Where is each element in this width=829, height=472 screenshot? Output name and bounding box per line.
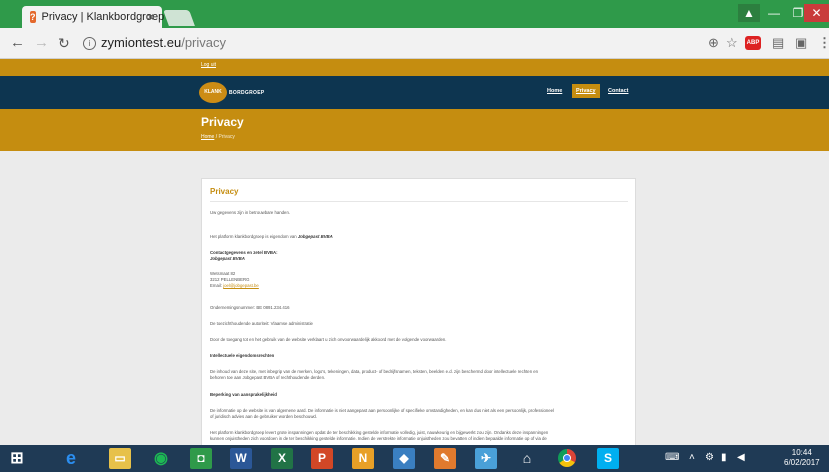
site-favicon-icon: ? xyxy=(30,11,36,23)
liability-heading: Beperking van aansprakelijkheid xyxy=(210,392,277,397)
extension-icon[interactable]: ▤ xyxy=(772,35,784,51)
owner-text: Het platform klankbordgroep is eigendom … xyxy=(210,234,333,240)
url-path: /privacy xyxy=(181,35,226,50)
email-link[interactable]: joel@jobgepast.be xyxy=(223,283,259,288)
site-logo[interactable]: KLANK BORDGROEP xyxy=(199,82,264,103)
word-icon[interactable]: W xyxy=(230,448,252,469)
tool-icon[interactable]: ✈ xyxy=(475,448,497,469)
tab-title: Privacy | Klankbordgroep xyxy=(41,11,165,23)
privacy-content-card: Privacy Uw gegevens zijn in betrouwbare … xyxy=(201,178,636,445)
site-navbar: KLANK BORDGROEP Home Privacy Contact xyxy=(0,76,829,109)
browser-toolbar: ← → ↻ i zymiontest.eu/privacy ⊕ ☆ ABP ▤ … xyxy=(0,28,829,59)
windows-start-icon[interactable]: ⊞ xyxy=(6,448,28,469)
paint-icon[interactable]: ✎ xyxy=(434,448,456,469)
breadcrumb-current: Privacy xyxy=(218,134,235,140)
extension-2-icon[interactable]: ▣ xyxy=(795,35,807,51)
email-label: Email: xyxy=(210,283,222,288)
logo-text: BORDGROEP xyxy=(229,89,265,96)
browser-titlebar: ? Privacy | Klankbordgroep × ▲ — ❐ ✕ xyxy=(0,0,829,28)
url-host: zymiontest.eu xyxy=(101,35,182,50)
minimize-button[interactable]: — xyxy=(763,4,785,22)
liability-line-2: of juridisch advies aan de gebruiker wor… xyxy=(210,414,318,419)
adblock-icon[interactable]: ABP xyxy=(745,36,761,50)
tab-close-icon[interactable]: × xyxy=(147,10,154,24)
onenote-icon[interactable]: N xyxy=(352,448,374,469)
back-arrow-icon[interactable]: ← xyxy=(10,34,25,51)
breadcrumb: Home / Privacy xyxy=(201,134,235,140)
logo-circle: KLANK xyxy=(199,82,227,103)
chrome-icon[interactable] xyxy=(556,448,578,469)
content-heading: Privacy xyxy=(210,187,239,196)
logout-link[interactable]: Log uit xyxy=(201,62,216,68)
agreement-text: Door de toegang tot en het gebruik van d… xyxy=(210,337,447,342)
authority-text: De toezichthoudende autoriteit: Vlaamse … xyxy=(210,321,313,326)
page-title: Privacy xyxy=(201,115,244,129)
volume-icon[interactable]: ◀ xyxy=(737,452,745,463)
signal-icon[interactable]: ▮ xyxy=(721,452,727,463)
spotify-icon[interactable]: ◉ xyxy=(150,448,172,469)
excel-icon[interactable]: X xyxy=(271,448,293,469)
file-explorer-icon[interactable]: ▭ xyxy=(109,448,131,469)
liability-line-4: kunnen onjuistheden zich voordoen in de … xyxy=(210,436,547,441)
clock-time: 10:44 xyxy=(791,448,812,457)
forward-arrow-icon[interactable]: → xyxy=(34,34,49,51)
owner-name: Jobgepast BVBA xyxy=(297,234,333,239)
nav-home-link[interactable]: Home xyxy=(547,88,562,94)
user-profile-icon[interactable]: ▲ xyxy=(738,4,760,22)
system-clock[interactable]: 10:44 6/02/2017 xyxy=(784,448,820,468)
app-icon[interactable]: ◆ xyxy=(393,448,415,469)
store-icon[interactable]: ◘ xyxy=(190,448,212,469)
chrome-logo xyxy=(558,449,576,467)
close-window-button[interactable]: ✕ xyxy=(804,4,829,22)
internet-explorer-icon[interactable]: e xyxy=(60,448,82,469)
keyboard-icon[interactable]: ⌨ xyxy=(665,452,679,463)
breadcrumb-home-link[interactable]: Home xyxy=(201,134,214,140)
skype-icon[interactable]: S xyxy=(597,448,619,469)
bookmark-star-icon[interactable]: ☆ xyxy=(726,35,738,51)
nav-contact-link[interactable]: Contact xyxy=(608,88,628,94)
reload-icon[interactable]: ↻ xyxy=(58,35,70,52)
owner-prefix: Het platform klankbordgroep is eigendom … xyxy=(210,234,297,239)
browser-menu-icon[interactable]: ⋮ xyxy=(818,35,829,51)
network-icon[interactable]: ⚙ xyxy=(705,452,714,463)
top-strip: Log uit xyxy=(0,59,829,76)
breadcrumb-separator: / xyxy=(215,134,218,140)
page-banner: Privacy Home / Privacy xyxy=(0,109,829,151)
divider xyxy=(210,201,628,202)
web-page: Log uit KLANK BORDGROEP Home Privacy Con… xyxy=(0,59,829,445)
browser-tab-privacy[interactable]: ? Privacy | Klankbordgroep × xyxy=(22,6,165,28)
new-tab-button[interactable] xyxy=(163,10,195,26)
email-line: Email: joel@jobgepast.be xyxy=(210,283,259,289)
ip-text-line-2: behoren toe aan Jobgepast BVBA of rechth… xyxy=(210,375,326,380)
address-bar[interactable]: zymiontest.eu/privacy xyxy=(101,35,226,50)
zoom-icon[interactable]: ⊕ xyxy=(708,35,719,51)
clock-date: 6/02/2017 xyxy=(784,458,820,467)
ip-heading: Intellectuele eigendomsrechten xyxy=(210,353,275,358)
tray-expand-icon[interactable]: ˄ xyxy=(689,452,695,463)
intro-text: Uw gegevens zijn in betrouwbare handen. xyxy=(210,210,291,215)
home-icon[interactable]: ⌂ xyxy=(516,448,538,469)
nav-privacy-link[interactable]: Privacy xyxy=(572,84,600,98)
windows-taskbar: ⊞ e ▭ ◉ ◘ W X P N ◆ ✎ ✈ ⌂ S ⌨ ˄ ⚙ ▮ ◀ 10… xyxy=(0,445,829,472)
powerpoint-icon[interactable]: P xyxy=(311,448,333,469)
company-number: Ondernemingsnummer: BE 0891.234.416 xyxy=(210,305,290,310)
company-name: Jobgepast BVBA xyxy=(210,256,245,261)
page-info-icon[interactable]: i xyxy=(83,37,96,50)
